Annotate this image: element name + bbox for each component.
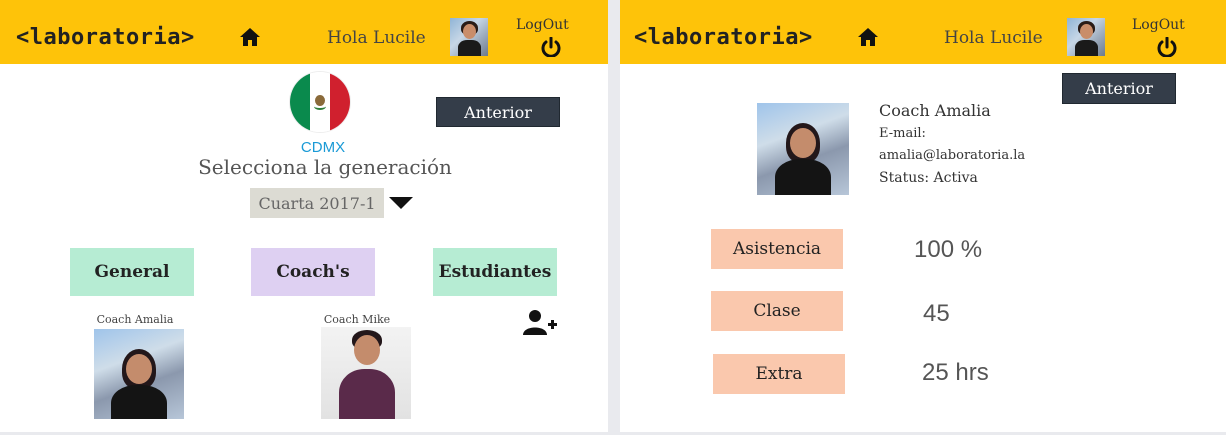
stat-label-extra: Extra (713, 354, 845, 394)
avatar[interactable] (450, 18, 488, 56)
tab-coaches[interactable]: Coach's (251, 248, 375, 296)
tab-general[interactable]: General (70, 248, 194, 296)
email-value: amalia@laboratoria.la (879, 148, 1026, 163)
logo[interactable]: <laboratoria> (634, 25, 813, 50)
previous-button[interactable]: Anterior (1062, 73, 1176, 104)
email-label: E-mail: (879, 126, 926, 141)
stat-value-attendance: 100 % (914, 236, 983, 263)
stat-value-extra: 25 hrs (922, 359, 989, 386)
greeting: Hola Lucile (327, 28, 426, 48)
stat-value-class: 45 (923, 300, 950, 327)
coach-name: Coach Amalia (879, 101, 991, 120)
coach-card-name: Coach Amalia (96, 313, 174, 326)
previous-button[interactable]: Anterior (436, 97, 560, 127)
generation-select[interactable]: Cuarta 2017-1 (250, 188, 384, 218)
status-text: Status: Activa (879, 170, 978, 186)
top-bar: <laboratoria> Hola Lucile LogOut (0, 0, 608, 64)
city-label: CDMX (300, 139, 346, 156)
power-icon[interactable] (1156, 36, 1178, 61)
coach-photo-mike[interactable] (321, 327, 411, 419)
coach-card-name: Coach Mike (323, 313, 391, 326)
greeting: Hola Lucile (944, 28, 1043, 48)
logout-label[interactable]: LogOut (516, 17, 569, 33)
coach-detail-panel: <laboratoria> Hola Lucile LogOut Anterio… (620, 0, 1226, 432)
logout-label[interactable]: LogOut (1132, 17, 1185, 33)
add-user-icon[interactable] (522, 309, 558, 339)
stat-label-attendance: Asistencia (711, 229, 843, 269)
home-icon[interactable] (857, 27, 879, 51)
power-icon[interactable] (540, 36, 562, 61)
generation-panel: <laboratoria> Hola Lucile LogOut CDMX An… (0, 0, 608, 432)
coach-photo-amalia[interactable] (94, 329, 184, 419)
tab-students[interactable]: Estudiantes (433, 248, 557, 296)
stat-label-class: Clase (711, 291, 843, 331)
avatar[interactable] (1067, 18, 1105, 56)
generation-title: Selecciona la generación (198, 155, 452, 179)
chevron-down-icon[interactable] (388, 195, 414, 214)
home-icon[interactable] (239, 27, 261, 51)
flag-mexico-icon (290, 72, 350, 132)
top-bar: <laboratoria> Hola Lucile LogOut (620, 0, 1226, 64)
coach-photo-amalia (757, 103, 849, 195)
logo[interactable]: <laboratoria> (16, 25, 195, 50)
